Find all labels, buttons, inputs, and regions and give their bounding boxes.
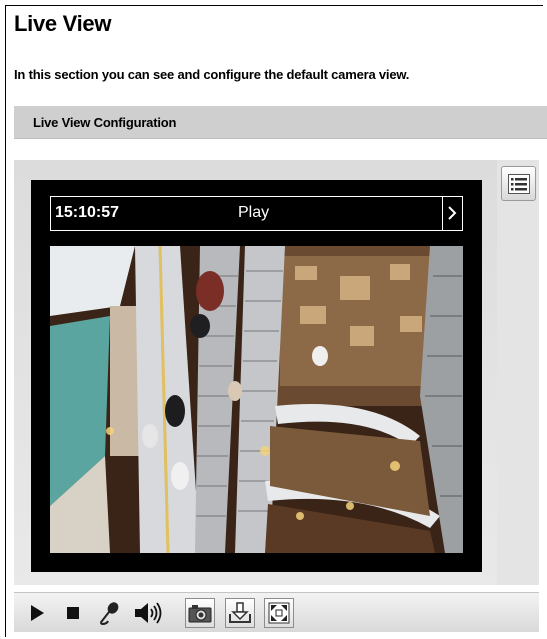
player-toolbar [14, 592, 539, 632]
player-time: 15:10:57 [55, 204, 120, 221]
view-menu-button[interactable] [501, 166, 536, 201]
chevron-right-icon [448, 206, 457, 220]
section-title: Live View Configuration [33, 115, 177, 130]
player-state: Play [238, 204, 270, 221]
microphone-icon [100, 602, 119, 625]
page-title: Live View [14, 11, 112, 36]
fullscreen-icon [268, 602, 290, 624]
microphone-button[interactable] [95, 598, 125, 628]
stop-button[interactable] [58, 598, 88, 628]
stop-icon [67, 607, 79, 619]
list-menu-icon [508, 174, 530, 194]
side-rail [497, 160, 539, 585]
fullscreen-button[interactable] [264, 598, 294, 628]
play-icon [31, 605, 44, 621]
speaker-button[interactable] [130, 598, 166, 628]
download-icon [229, 602, 251, 623]
page-intro: In this section you can see and configur… [14, 67, 410, 82]
live-video-image [50, 246, 463, 553]
player-status-bar: 15:10:57 Play [50, 196, 463, 231]
snapshot-button[interactable] [185, 598, 215, 628]
camera-snapshot-icon [188, 605, 212, 623]
status-next-button[interactable] [442, 196, 462, 231]
play-button[interactable] [22, 598, 52, 628]
section-header: Live View Configuration [14, 106, 547, 139]
download-button[interactable] [225, 598, 255, 628]
speaker-icon [135, 602, 162, 624]
